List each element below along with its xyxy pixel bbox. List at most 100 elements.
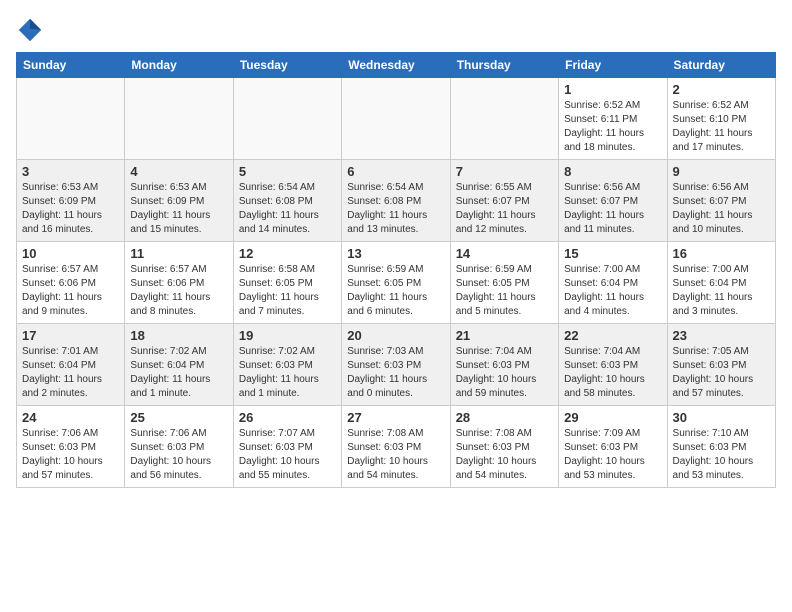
day-detail: Sunrise: 7:10 AM Sunset: 6:03 PM Dayligh… bbox=[673, 427, 770, 483]
weekday-header-thursday: Thursday bbox=[450, 53, 558, 78]
calendar-day: 18 Sunrise: 7:02 AM Sunset: 6:04 PM Dayli… bbox=[125, 324, 233, 406]
calendar-day: 4 Sunrise: 6:53 AM Sunset: 6:09 PM Daylig… bbox=[125, 160, 233, 242]
calendar-day: 12 Sunrise: 6:58 AM Sunset: 6:05 PM Dayli… bbox=[233, 242, 341, 324]
day-detail: Sunrise: 6:59 AM Sunset: 6:05 PM Dayligh… bbox=[347, 263, 444, 319]
day-detail: Sunrise: 7:08 AM Sunset: 6:03 PM Dayligh… bbox=[347, 427, 444, 483]
day-detail: Sunrise: 7:05 AM Sunset: 6:03 PM Dayligh… bbox=[673, 345, 770, 401]
calendar-table: SundayMondayTuesdayWednesdayThursdayFrid… bbox=[16, 52, 776, 488]
day-number: 20 bbox=[347, 328, 444, 343]
day-number: 16 bbox=[673, 246, 770, 261]
day-number: 26 bbox=[239, 410, 336, 425]
page-header bbox=[16, 16, 776, 44]
calendar-day: 11 Sunrise: 6:57 AM Sunset: 6:06 PM Dayli… bbox=[125, 242, 233, 324]
day-number: 30 bbox=[673, 410, 770, 425]
day-detail: Sunrise: 6:52 AM Sunset: 6:10 PM Dayligh… bbox=[673, 99, 770, 155]
day-number: 19 bbox=[239, 328, 336, 343]
calendar-day: 6 Sunrise: 6:54 AM Sunset: 6:08 PM Daylig… bbox=[342, 160, 450, 242]
day-detail: Sunrise: 7:03 AM Sunset: 6:03 PM Dayligh… bbox=[347, 345, 444, 401]
weekday-header-wednesday: Wednesday bbox=[342, 53, 450, 78]
calendar-day: 21Sunrise: 7:04 AM Sunset: 6:03 PM Dayli… bbox=[450, 324, 558, 406]
day-number: 22 bbox=[564, 328, 661, 343]
calendar-day bbox=[342, 78, 450, 160]
day-number: 18 bbox=[130, 328, 227, 343]
calendar-day: 1 Sunrise: 6:52 AM Sunset: 6:11 PM Daylig… bbox=[559, 78, 667, 160]
week-row-4: 17 Sunrise: 7:01 AM Sunset: 6:04 PM Dayli… bbox=[17, 324, 776, 406]
day-number: 5 bbox=[239, 164, 336, 179]
day-detail: Sunrise: 6:57 AM Sunset: 6:06 PM Dayligh… bbox=[22, 263, 119, 319]
day-detail: Sunrise: 7:04 AM Sunset: 6:03 PM Dayligh… bbox=[456, 345, 553, 401]
week-row-3: 10 Sunrise: 6:57 AM Sunset: 6:06 PM Dayli… bbox=[17, 242, 776, 324]
week-row-5: 24 Sunrise: 7:06 AM Sunset: 6:03 PM Dayli… bbox=[17, 406, 776, 488]
calendar-day: 8Sunrise: 6:56 AM Sunset: 6:07 PM Daylig… bbox=[559, 160, 667, 242]
calendar-day: 15 Sunrise: 7:00 AM Sunset: 6:04 PM Dayli… bbox=[559, 242, 667, 324]
calendar-day bbox=[125, 78, 233, 160]
day-number: 14 bbox=[456, 246, 553, 261]
week-row-2: 3 Sunrise: 6:53 AM Sunset: 6:09 PM Daylig… bbox=[17, 160, 776, 242]
day-detail: Sunrise: 6:54 AM Sunset: 6:08 PM Dayligh… bbox=[239, 181, 336, 237]
day-number: 3 bbox=[22, 164, 119, 179]
day-number: 29 bbox=[564, 410, 661, 425]
day-number: 1 bbox=[564, 82, 661, 97]
day-detail: Sunrise: 7:07 AM Sunset: 6:03 PM Dayligh… bbox=[239, 427, 336, 483]
day-detail: Sunrise: 7:00 AM Sunset: 6:04 PM Dayligh… bbox=[564, 263, 661, 319]
day-number: 6 bbox=[347, 164, 444, 179]
day-detail: Sunrise: 6:54 AM Sunset: 6:08 PM Dayligh… bbox=[347, 181, 444, 237]
calendar-day: 10 Sunrise: 6:57 AM Sunset: 6:06 PM Dayli… bbox=[17, 242, 125, 324]
day-number: 12 bbox=[239, 246, 336, 261]
day-number: 27 bbox=[347, 410, 444, 425]
day-detail: Sunrise: 6:53 AM Sunset: 6:09 PM Dayligh… bbox=[130, 181, 227, 237]
weekday-header-friday: Friday bbox=[559, 53, 667, 78]
day-number: 28 bbox=[456, 410, 553, 425]
day-detail: Sunrise: 7:01 AM Sunset: 6:04 PM Dayligh… bbox=[22, 345, 119, 401]
calendar-day: 20 Sunrise: 7:03 AM Sunset: 6:03 PM Dayli… bbox=[342, 324, 450, 406]
day-number: 4 bbox=[130, 164, 227, 179]
logo bbox=[16, 16, 48, 44]
calendar-day: 23 Sunrise: 7:05 AM Sunset: 6:03 PM Dayli… bbox=[667, 324, 775, 406]
day-detail: Sunrise: 6:56 AM Sunset: 6:07 PM Dayligh… bbox=[564, 181, 661, 237]
logo-icon bbox=[16, 16, 44, 44]
day-number: 24 bbox=[22, 410, 119, 425]
day-number: 17 bbox=[22, 328, 119, 343]
day-detail: Sunrise: 7:02 AM Sunset: 6:04 PM Dayligh… bbox=[130, 345, 227, 401]
day-number: 11 bbox=[130, 246, 227, 261]
weekday-header-monday: Monday bbox=[125, 53, 233, 78]
day-number: 9 bbox=[673, 164, 770, 179]
day-number: 13 bbox=[347, 246, 444, 261]
day-detail: Sunrise: 7:02 AM Sunset: 6:03 PM Dayligh… bbox=[239, 345, 336, 401]
weekday-header-sunday: Sunday bbox=[17, 53, 125, 78]
calendar-day: 30 Sunrise: 7:10 AM Sunset: 6:03 PM Dayli… bbox=[667, 406, 775, 488]
day-detail: Sunrise: 6:59 AM Sunset: 6:05 PM Dayligh… bbox=[456, 263, 553, 319]
calendar-day: 24 Sunrise: 7:06 AM Sunset: 6:03 PM Dayli… bbox=[17, 406, 125, 488]
calendar-day: 9Sunrise: 6:56 AM Sunset: 6:07 PM Daylig… bbox=[667, 160, 775, 242]
calendar-day: 16 Sunrise: 7:00 AM Sunset: 6:04 PM Dayli… bbox=[667, 242, 775, 324]
calendar-day: 22 Sunrise: 7:04 AM Sunset: 6:03 PM Dayli… bbox=[559, 324, 667, 406]
calendar-day bbox=[450, 78, 558, 160]
day-number: 10 bbox=[22, 246, 119, 261]
calendar-day: 25 Sunrise: 7:06 AM Sunset: 6:03 PM Dayli… bbox=[125, 406, 233, 488]
day-detail: Sunrise: 6:55 AM Sunset: 6:07 PM Dayligh… bbox=[456, 181, 553, 237]
day-detail: Sunrise: 7:04 AM Sunset: 6:03 PM Dayligh… bbox=[564, 345, 661, 401]
day-number: 7 bbox=[456, 164, 553, 179]
calendar-day: 17 Sunrise: 7:01 AM Sunset: 6:04 PM Dayli… bbox=[17, 324, 125, 406]
day-detail: Sunrise: 7:00 AM Sunset: 6:04 PM Dayligh… bbox=[673, 263, 770, 319]
day-detail: Sunrise: 6:57 AM Sunset: 6:06 PM Dayligh… bbox=[130, 263, 227, 319]
day-number: 2 bbox=[673, 82, 770, 97]
calendar-day: 28 Sunrise: 7:08 AM Sunset: 6:03 PM Dayli… bbox=[450, 406, 558, 488]
week-row-1: 1 Sunrise: 6:52 AM Sunset: 6:11 PM Daylig… bbox=[17, 78, 776, 160]
day-detail: Sunrise: 7:06 AM Sunset: 6:03 PM Dayligh… bbox=[22, 427, 119, 483]
calendar-day: 26 Sunrise: 7:07 AM Sunset: 6:03 PM Dayli… bbox=[233, 406, 341, 488]
calendar-day: 27 Sunrise: 7:08 AM Sunset: 6:03 PM Dayli… bbox=[342, 406, 450, 488]
day-detail: Sunrise: 7:06 AM Sunset: 6:03 PM Dayligh… bbox=[130, 427, 227, 483]
day-number: 25 bbox=[130, 410, 227, 425]
day-number: 15 bbox=[564, 246, 661, 261]
day-detail: Sunrise: 7:08 AM Sunset: 6:03 PM Dayligh… bbox=[456, 427, 553, 483]
calendar-day: 14 Sunrise: 6:59 AM Sunset: 6:05 PM Dayli… bbox=[450, 242, 558, 324]
day-detail: Sunrise: 7:09 AM Sunset: 6:03 PM Dayligh… bbox=[564, 427, 661, 483]
calendar-day: 5 Sunrise: 6:54 AM Sunset: 6:08 PM Daylig… bbox=[233, 160, 341, 242]
day-detail: Sunrise: 6:58 AM Sunset: 6:05 PM Dayligh… bbox=[239, 263, 336, 319]
day-number: 23 bbox=[673, 328, 770, 343]
calendar-day: 19 Sunrise: 7:02 AM Sunset: 6:03 PM Dayli… bbox=[233, 324, 341, 406]
day-detail: Sunrise: 6:52 AM Sunset: 6:11 PM Dayligh… bbox=[564, 99, 661, 155]
calendar-day: 3 Sunrise: 6:53 AM Sunset: 6:09 PM Daylig… bbox=[17, 160, 125, 242]
day-detail: Sunrise: 6:53 AM Sunset: 6:09 PM Dayligh… bbox=[22, 181, 119, 237]
